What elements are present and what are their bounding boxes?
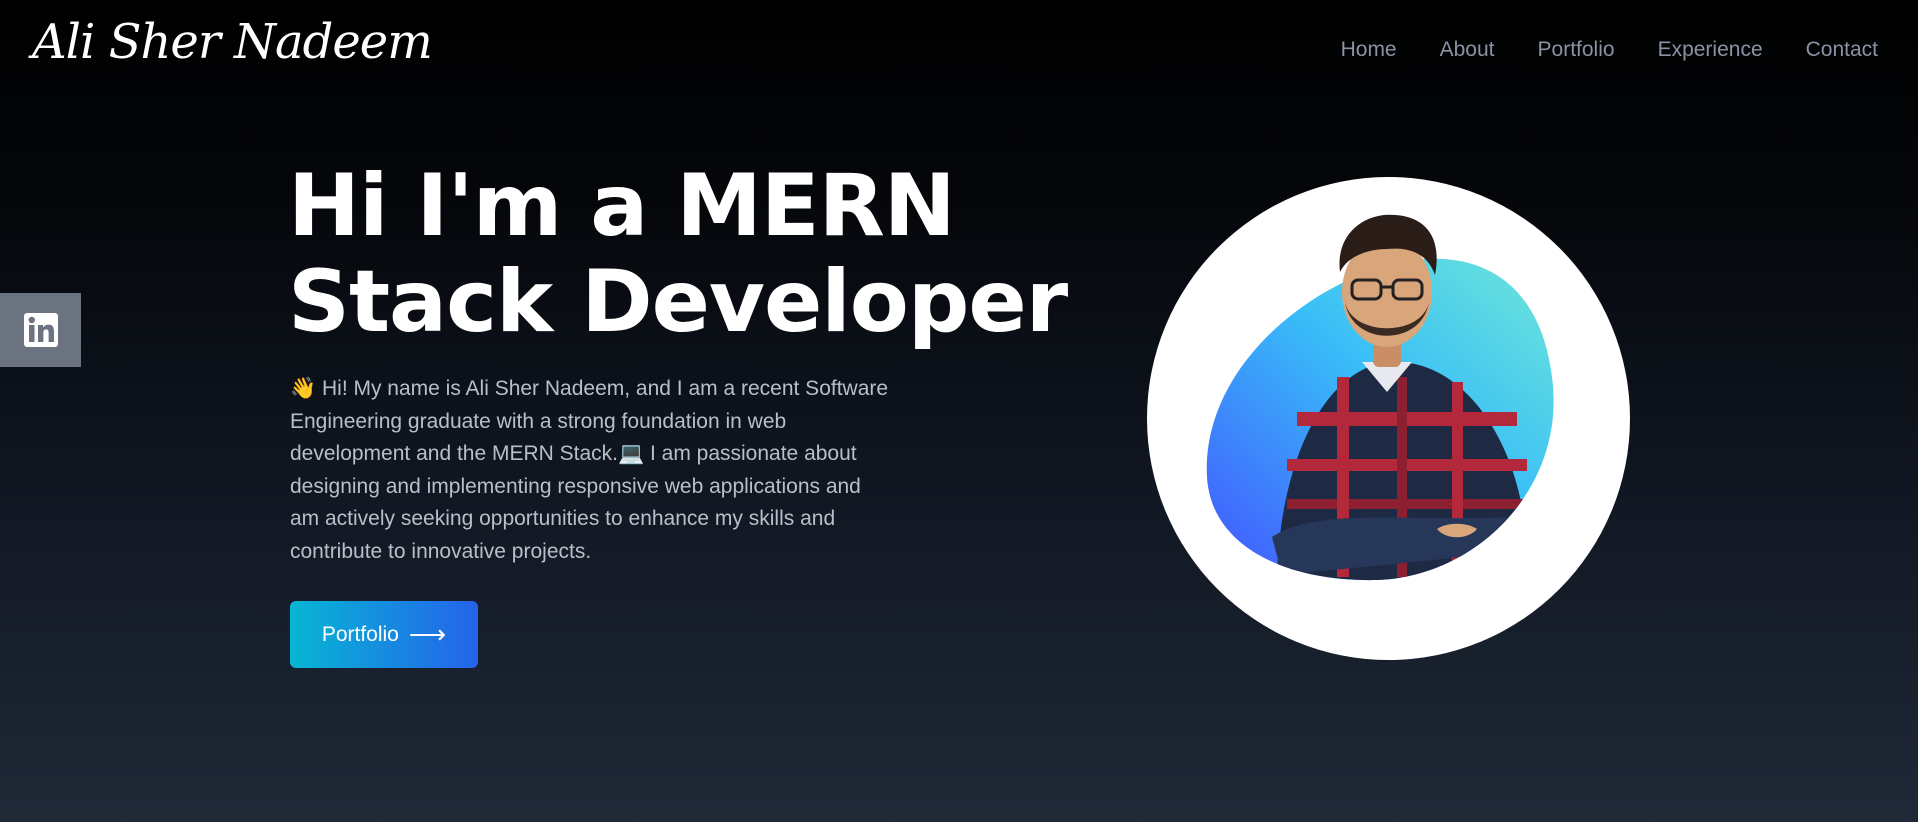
portfolio-button[interactable]: Portfolio ⟶ xyxy=(290,601,478,668)
hero-description: 👋 Hi! My name is Ali Sher Nadeem, and I … xyxy=(290,377,889,563)
hero-title-line1: Hi I'm a MERN xyxy=(288,156,956,256)
hero-title: Hi I'm a MERN Stack Developer xyxy=(288,158,1088,350)
linkedin-icon xyxy=(23,313,58,347)
nav-links: Home About Portfolio Experience Contact xyxy=(1341,38,1878,62)
hero-title-line2: Stack Developer xyxy=(288,252,1068,352)
nav-link-experience[interactable]: Experience xyxy=(1658,38,1763,62)
arrow-right-icon: ⟶ xyxy=(408,618,447,649)
profile-photo xyxy=(1147,177,1630,660)
nav-link-portfolio[interactable]: Portfolio xyxy=(1538,38,1615,62)
logo[interactable]: Ali Sher Nadeem xyxy=(32,14,433,70)
nav-link-about[interactable]: About xyxy=(1440,38,1495,62)
nav-link-contact[interactable]: Contact xyxy=(1806,38,1878,62)
nav-link-home[interactable]: Home xyxy=(1341,38,1397,62)
navbar: Ali Sher Nadeem Home About Portfolio Exp… xyxy=(0,0,1918,104)
profile-illustration xyxy=(1206,214,1554,581)
portfolio-button-label: Portfolio xyxy=(321,622,399,646)
linkedin-link[interactable] xyxy=(0,293,81,367)
